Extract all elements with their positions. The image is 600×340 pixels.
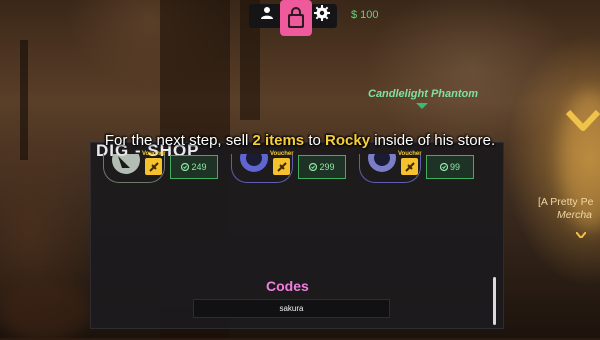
codes-heading: Codes	[266, 278, 309, 294]
coin-icon	[439, 163, 448, 171]
scrollbar[interactable]	[493, 277, 496, 325]
voucher-label: Voucher	[142, 151, 166, 157]
prompt-item-count: 2 items	[252, 132, 305, 149]
npc-nameplate: Candlelight Phantom	[368, 88, 478, 100]
item-price-value: 249	[191, 162, 207, 172]
item-price[interactable]: 299	[298, 155, 346, 179]
user-icon[interactable]	[258, 4, 276, 22]
merchant-nameplate: [A Pretty Pe	[538, 196, 594, 208]
voucher-ticket-icon	[273, 158, 290, 175]
prompt-text: For the next step, sell	[104, 132, 253, 149]
npc-marker-icon	[416, 103, 428, 109]
coin-icon	[309, 163, 318, 171]
code-input[interactable]	[193, 299, 390, 318]
item-price[interactable]: 99	[426, 155, 474, 179]
voucher-label: Voucher	[398, 151, 422, 157]
floor-shadow	[0, 280, 90, 340]
voucher-ticket-icon	[145, 158, 162, 175]
item-price-value: 299	[319, 162, 335, 172]
coin-icon	[181, 163, 190, 171]
prompt-npc-name: Rocky	[325, 132, 371, 149]
gear-icon[interactable]	[313, 4, 331, 22]
prompt-text: inside of his store.	[370, 132, 496, 149]
item-price-value: 99	[449, 162, 460, 172]
shopping-bag-icon[interactable]	[280, 0, 312, 36]
voucher-ticket-icon	[401, 158, 418, 175]
tutorial-prompt: For the next step, sell 2 items to Rocky…	[0, 132, 600, 149]
voucher-label: Voucher	[270, 151, 294, 157]
merchant-marker-icon	[575, 223, 587, 240]
prompt-text: to	[304, 132, 326, 149]
money-counter: $ 100	[351, 9, 379, 21]
item-price[interactable]: 249	[170, 155, 218, 179]
merchant-subtitle: Mercha	[557, 209, 593, 221]
